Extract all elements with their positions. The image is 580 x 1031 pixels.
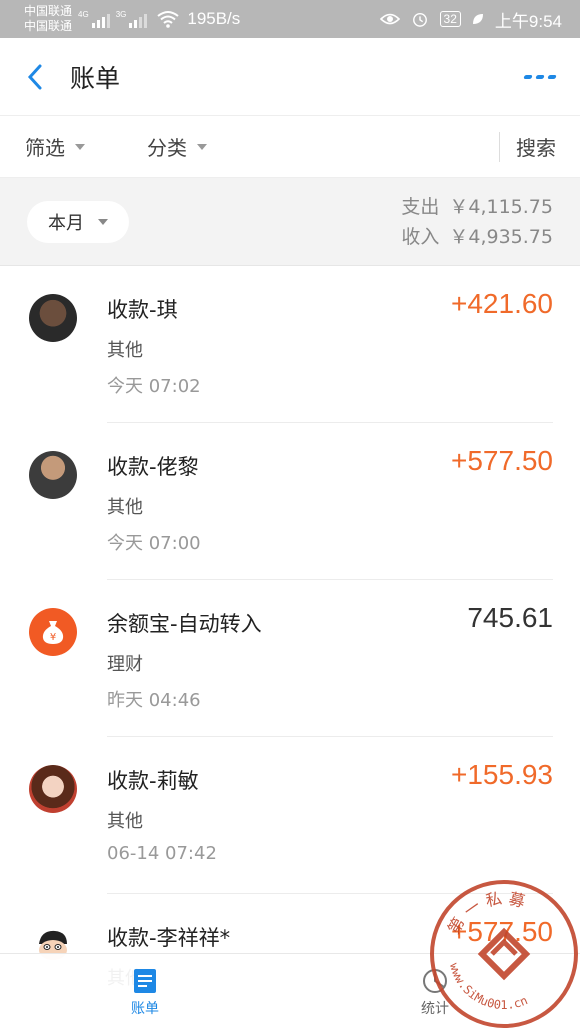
transaction-category: 其他 xyxy=(107,811,143,832)
search-button-wrap: 搜索 xyxy=(499,131,580,162)
signal-1-icon: 4G xyxy=(78,10,110,28)
page-title: 账单 xyxy=(70,63,121,93)
carrier-1: 中国联通 xyxy=(24,4,73,18)
expense-total: 支出 ￥4,115.75 xyxy=(401,192,553,222)
category-dropdown[interactable]: 分类 xyxy=(147,132,207,161)
leaf-icon xyxy=(472,14,483,24)
income-label: 收入 xyxy=(401,225,440,248)
wifi-icon xyxy=(157,11,179,28)
nav-label-bill: 账单 xyxy=(131,1000,159,1017)
filter-bar: 筛选 分类 搜索 xyxy=(0,116,580,178)
transaction-name: 收款-佬黎 xyxy=(107,455,199,479)
transaction-row[interactable]: 收款-琪 其他 今天 07:02 +421.60 xyxy=(0,266,580,423)
chevron-left-icon xyxy=(27,64,42,89)
transaction-amount: +577.50 xyxy=(451,445,553,476)
transaction-name: 余额宝-自动转入 xyxy=(107,612,262,636)
transaction-amount: 745.61 xyxy=(467,602,553,633)
income-value: ￥4,935.75 xyxy=(449,225,553,248)
svg-text:第 一 私 募: 第 一 私 募 xyxy=(444,889,527,938)
totals: 支出 ￥4,115.75 收入 ￥4,935.75 xyxy=(401,192,553,252)
carrier-2: 中国联通 xyxy=(24,19,73,33)
transaction-row[interactable]: ¥ 余额宝-自动转入 理财 昨天 04:46 745.61 xyxy=(0,580,580,737)
nav-item-bill[interactable]: 账单 xyxy=(0,954,290,1031)
network-tag-1: 4G xyxy=(78,10,89,19)
eye-icon xyxy=(379,13,400,25)
transaction-amount: +421.60 xyxy=(451,288,553,319)
network-speed: 195B/s xyxy=(187,9,241,28)
more-dots-icon xyxy=(523,74,533,79)
transaction-time: 今天 07:02 xyxy=(107,376,201,397)
transaction-row[interactable]: 收款-莉敏 其他 06-14 07:42 +155.93 xyxy=(0,737,580,894)
alarm-icon xyxy=(412,12,427,27)
watermark-stamp: 第 一 私 募 www.SiMu001.cn xyxy=(430,880,578,1028)
network-tag-2: 3G xyxy=(115,10,127,19)
transaction-name: 收款-李祥祥* xyxy=(107,926,231,950)
money-bag-icon: ¥ xyxy=(29,608,77,656)
category-label: 分类 xyxy=(147,136,187,160)
status-bar: 中国联通 中国联通 4G 3G 195B/s 32 上午9:54 xyxy=(0,0,580,38)
avatar xyxy=(29,294,77,342)
signal-2-icon: 3G xyxy=(116,10,148,28)
caret-down-icon xyxy=(75,143,85,150)
svg-text:www.SiMu001.cn: www.SiMu001.cn xyxy=(447,962,530,1012)
transaction-amount: +155.93 xyxy=(451,759,553,790)
avatar xyxy=(29,451,77,499)
filter-label: 筛选 xyxy=(25,136,65,160)
transaction-name: 收款-莉敏 xyxy=(107,769,199,793)
transaction-time: 昨天 04:46 xyxy=(107,690,201,711)
back-button[interactable] xyxy=(0,38,70,116)
filter-dropdown[interactable]: 筛选 xyxy=(25,132,85,161)
month-summary: 本月 支出 ￥4,115.75 收入 ￥4,935.75 xyxy=(0,178,580,266)
watermark-logo: 第 一 私 募 www.SiMu001.cn xyxy=(444,889,531,1012)
month-label: 本月 xyxy=(48,212,84,234)
transaction-category: 理财 xyxy=(107,654,143,675)
search-button[interactable]: 搜索 xyxy=(516,132,556,161)
transaction-row[interactable]: 收款-佬黎 其他 今天 07:00 +577.50 xyxy=(0,423,580,580)
transaction-category: 其他 xyxy=(107,340,143,361)
battery-icon: 32 xyxy=(439,11,461,27)
svg-text:¥: ¥ xyxy=(50,632,56,643)
expense-label: 支出 xyxy=(401,195,440,218)
more-button[interactable] xyxy=(523,74,557,79)
transaction-time: 06-14 07:42 xyxy=(107,843,217,864)
carrier-names: 中国联通 中国联通 xyxy=(24,4,72,34)
title-bar: 账单 xyxy=(0,38,580,116)
transaction-category: 其他 xyxy=(107,497,143,518)
month-selector[interactable]: 本月 xyxy=(27,200,129,243)
bill-icon xyxy=(134,968,156,993)
transaction-name: 收款-琪 xyxy=(107,298,178,322)
income-total: 收入 ￥4,935.75 xyxy=(401,222,553,252)
transaction-time: 今天 07:00 xyxy=(107,533,201,554)
clock: 上午9:54 xyxy=(494,11,562,31)
avatar xyxy=(29,765,77,813)
caret-down-icon xyxy=(197,143,207,150)
caret-down-icon xyxy=(98,218,108,225)
expense-value: ￥4,115.75 xyxy=(449,195,553,218)
